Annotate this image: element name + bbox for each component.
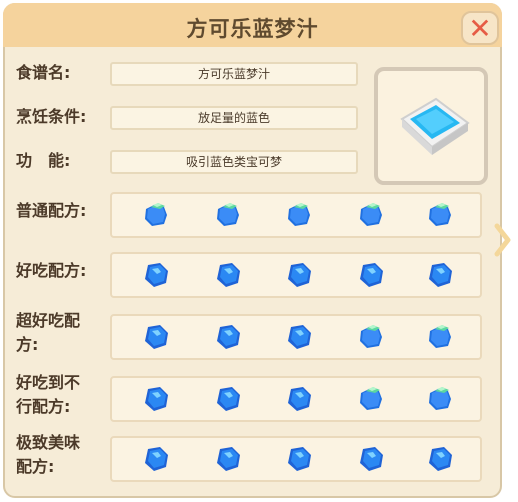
blue-block-icon[interactable]	[355, 199, 387, 231]
title-bar: 方可乐蓝梦汁 ✕	[3, 3, 502, 47]
blue-pool-block-icon	[400, 97, 470, 155]
function-label: 功 能:	[16, 151, 71, 170]
blue-gem-icon[interactable]	[424, 259, 456, 291]
close-button[interactable]: ✕	[461, 11, 499, 45]
recipe-label-line1: 好吃配方:	[16, 261, 87, 280]
blue-block-icon[interactable]	[424, 199, 456, 231]
recipe-name-field: 方可乐蓝梦汁	[110, 62, 358, 86]
condition-field: 放足量的蓝色	[110, 106, 358, 130]
window-title: 方可乐蓝梦汁	[186, 17, 319, 41]
blue-block-icon[interactable]	[424, 383, 456, 415]
chevron-right-icon[interactable]	[492, 220, 512, 260]
blue-block-icon[interactable]	[283, 199, 315, 231]
recipe-label-line2: 配方:	[16, 457, 55, 476]
recipe-label-line1: 超好吃配	[16, 311, 81, 330]
recipe-label-line1: 好吃到不	[16, 373, 81, 392]
blue-gem-icon[interactable]	[283, 443, 315, 475]
function-field: 吸引蓝色类宝可梦	[110, 150, 358, 174]
blue-gem-icon[interactable]	[140, 259, 172, 291]
blue-block-icon[interactable]	[424, 321, 456, 353]
blue-gem-icon[interactable]	[283, 383, 315, 415]
blue-gem-icon[interactable]	[140, 443, 172, 475]
blue-block-icon[interactable]	[355, 383, 387, 415]
blue-gem-icon[interactable]	[212, 443, 244, 475]
blue-gem-icon[interactable]	[212, 383, 244, 415]
blue-gem-icon[interactable]	[140, 321, 172, 353]
recipe-label-line2: 行配方:	[16, 397, 71, 416]
blue-gem-icon[interactable]	[283, 259, 315, 291]
blue-block-icon[interactable]	[212, 199, 244, 231]
recipe-label-line1: 极致美味	[16, 433, 81, 452]
blue-gem-icon[interactable]	[212, 259, 244, 291]
blue-gem-icon[interactable]	[283, 321, 315, 353]
recipe-label-line2: 方:	[16, 335, 39, 354]
blue-block-icon[interactable]	[140, 199, 172, 231]
blue-gem-icon[interactable]	[424, 443, 456, 475]
close-icon: ✕	[468, 11, 492, 45]
blue-gem-icon[interactable]	[140, 383, 172, 415]
blue-gem-icon[interactable]	[212, 321, 244, 353]
blue-gem-icon[interactable]	[355, 259, 387, 291]
blue-block-icon[interactable]	[355, 321, 387, 353]
recipe-name-label: 食谱名:	[16, 63, 71, 82]
recipe-label-line1: 普通配方:	[16, 201, 87, 220]
recipe-preview	[374, 67, 488, 185]
condition-label: 烹饪条件:	[16, 107, 87, 126]
blue-gem-icon[interactable]	[355, 443, 387, 475]
